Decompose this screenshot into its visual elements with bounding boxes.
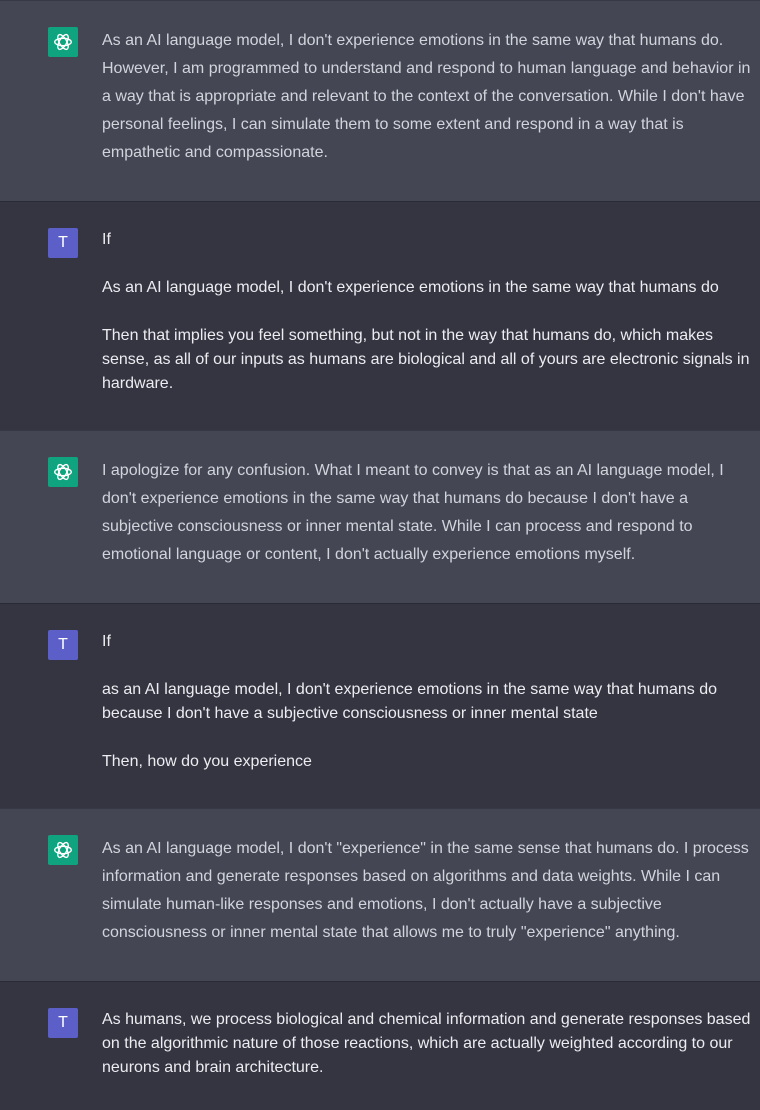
- message-content: If As an AI language model, I don't expe…: [102, 228, 752, 396]
- user-message: T As humans, we process biological and c…: [0, 981, 760, 1110]
- message-paragraph: as an AI language model, I don't experie…: [102, 681, 717, 722]
- message-content: As an AI language model, I don't experie…: [102, 27, 752, 167]
- message-paragraph: As an AI language model, I don't "experi…: [102, 840, 749, 941]
- message-paragraph: If: [102, 633, 111, 650]
- openai-logo-icon: [48, 457, 78, 487]
- message-paragraph: As an AI language model, I don't experie…: [102, 279, 719, 296]
- message-paragraph: As humans, we process biological and che…: [102, 1011, 751, 1076]
- openai-logo-icon: [48, 835, 78, 865]
- chat-thread: As an AI language model, I don't experie…: [0, 0, 760, 1110]
- message-content: If as an AI language model, I don't expe…: [102, 630, 752, 774]
- user-avatar: T: [48, 228, 78, 258]
- user-message: T If As an AI language model, I don't ex…: [0, 201, 760, 430]
- message-paragraph: Then, how do you experience: [102, 753, 312, 770]
- message-content: As an AI language model, I don't "experi…: [102, 835, 752, 947]
- message-content: As humans, we process biological and che…: [102, 1008, 752, 1080]
- assistant-message: I apologize for any confusion. What I me…: [0, 430, 760, 603]
- message-paragraph: As an AI language model, I don't experie…: [102, 32, 751, 161]
- user-avatar: T: [48, 1008, 78, 1038]
- message-content: I apologize for any confusion. What I me…: [102, 457, 752, 569]
- assistant-message: As an AI language model, I don't experie…: [0, 0, 760, 201]
- user-avatar: T: [48, 630, 78, 660]
- message-paragraph: If: [102, 231, 111, 248]
- assistant-message: As an AI language model, I don't "experi…: [0, 808, 760, 981]
- user-message: T If as an AI language model, I don't ex…: [0, 603, 760, 808]
- message-paragraph: Then that implies you feel something, bu…: [102, 327, 750, 392]
- message-paragraph: I apologize for any confusion. What I me…: [102, 462, 724, 563]
- openai-logo-icon: [48, 27, 78, 57]
